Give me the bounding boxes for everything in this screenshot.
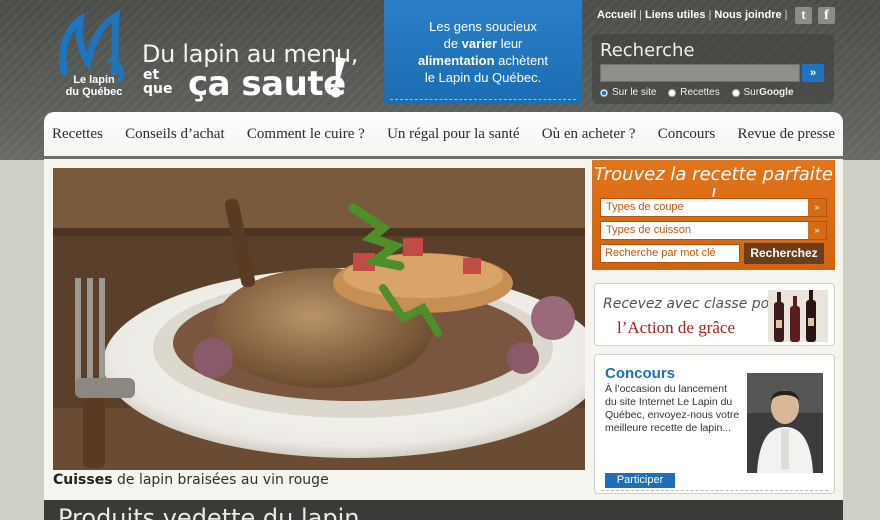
tagline-text: leur: [497, 36, 523, 51]
chef-photo: [747, 373, 823, 473]
tagline-line4: le Lapin du Québec.: [424, 70, 542, 85]
tagline-bold: varier: [461, 36, 498, 51]
tagline-line1: Les gens soucieux: [429, 19, 537, 34]
nav-ou-acheter[interactable]: Où en acheter ?: [542, 126, 636, 143]
thanksgiving-promo[interactable]: Recevez avec classe pour l’Action de grâ…: [594, 283, 835, 346]
top-links: Accueil | Liens utiles | Nous joindre |: [597, 9, 790, 21]
nav-revue-presse[interactable]: Revue de presse: [738, 126, 835, 143]
chevron-down-icon: »: [808, 222, 826, 239]
slogan-small-1: et: [143, 67, 160, 83]
contest-box: Concours À l’occasion du lancement du si…: [594, 354, 835, 494]
contact-link[interactable]: Nous joindre: [714, 9, 781, 21]
chevron-down-icon: »: [808, 199, 826, 216]
slogan-small: et que: [143, 68, 172, 96]
tagline-line2: de varier leur: [384, 35, 582, 52]
tagline-text: de: [443, 36, 462, 51]
select-value: Types de cuisson: [606, 224, 691, 236]
radio-label-bold: Google: [759, 87, 794, 98]
logo-text[interactable]: Le lapin du Québec: [58, 74, 130, 98]
facebook-icon[interactable]: f: [818, 7, 835, 24]
home-link[interactable]: Accueil: [597, 9, 636, 21]
nav-concours[interactable]: Concours: [658, 126, 716, 143]
search-scope: Sur le site Recettes Sur Google: [600, 87, 803, 100]
radio-checked-icon: [600, 88, 608, 97]
nav-recettes[interactable]: Recettes: [52, 126, 103, 143]
nav-conseils-achat[interactable]: Conseils d’achat: [125, 126, 225, 143]
slogan-small-2: que: [143, 81, 173, 97]
participate-button[interactable]: Participer: [605, 473, 675, 488]
radio-google[interactable]: Sur Google: [731, 87, 794, 98]
contest-title[interactable]: Concours: [605, 365, 675, 382]
tagline-line3: alimentation achètent: [384, 52, 582, 69]
recipe-search-button[interactable]: Recherchez: [744, 243, 824, 264]
caption-rest: de lapin braisées au vin rouge: [112, 472, 329, 488]
search-panel: Recherche » Sur le site Recettes Sur Goo…: [592, 34, 834, 104]
caption-bold: Cuisses: [53, 472, 113, 488]
featured-products-title: Produits vedette du lapin: [58, 504, 360, 520]
select-value: Types de coupe: [606, 201, 684, 213]
promo-line2: l’Action de grâce: [617, 318, 735, 337]
nav-regal-sante[interactable]: Un régal pour la santé: [387, 126, 519, 143]
promo-line1: Recevez avec classe pour: [603, 296, 784, 312]
search-input[interactable]: [600, 64, 800, 82]
main-nav: Recettes Conseils d’achat Comment le cui…: [44, 112, 843, 159]
cooking-type-select[interactable]: Types de cuisson »: [600, 221, 827, 240]
featured-products-band: Produits vedette du lapin: [44, 500, 843, 520]
separator: |: [708, 9, 712, 21]
separator: |: [639, 9, 642, 21]
tagline-text: achètent: [494, 53, 549, 68]
contest-text: À l’occasion du lancement du site Intern…: [605, 383, 740, 434]
useful-links-link[interactable]: Liens utiles: [645, 9, 706, 21]
tagline-box: Les gens soucieux de varier leur aliment…: [384, 0, 582, 104]
radio-unchecked-icon: [668, 88, 677, 97]
wine-bottles-image: [768, 290, 828, 342]
logo-line1: Le lapin: [73, 74, 115, 86]
recipe-finder: Trouvez la recette parfaite ! Types de c…: [592, 160, 835, 270]
radio-site[interactable]: Sur le site: [600, 87, 656, 98]
logo-line2: du Québec: [65, 86, 123, 98]
search-title: Recherche: [600, 40, 695, 61]
keyword-input[interactable]: Recherche par mot clé: [600, 244, 740, 263]
hero-caption[interactable]: Cuisses de lapin braisées au vin rouge: [53, 472, 329, 488]
hero-dish-image[interactable]: [53, 168, 585, 470]
nav-comment-cuire[interactable]: Comment le cuire ?: [247, 126, 365, 143]
tagline-bold: alimentation: [417, 53, 495, 68]
cut-type-select[interactable]: Types de coupe »: [600, 198, 827, 217]
twitter-icon[interactable]: t: [795, 7, 812, 24]
separator: |: [784, 9, 788, 21]
radio-label: Sur: [743, 87, 760, 98]
search-submit-button[interactable]: »: [802, 64, 824, 82]
radio-label: Recettes: [680, 87, 720, 98]
radio-recipes[interactable]: Recettes: [668, 87, 720, 98]
radio-label: Sur le site: [612, 87, 657, 98]
radio-unchecked-icon: [731, 88, 740, 97]
